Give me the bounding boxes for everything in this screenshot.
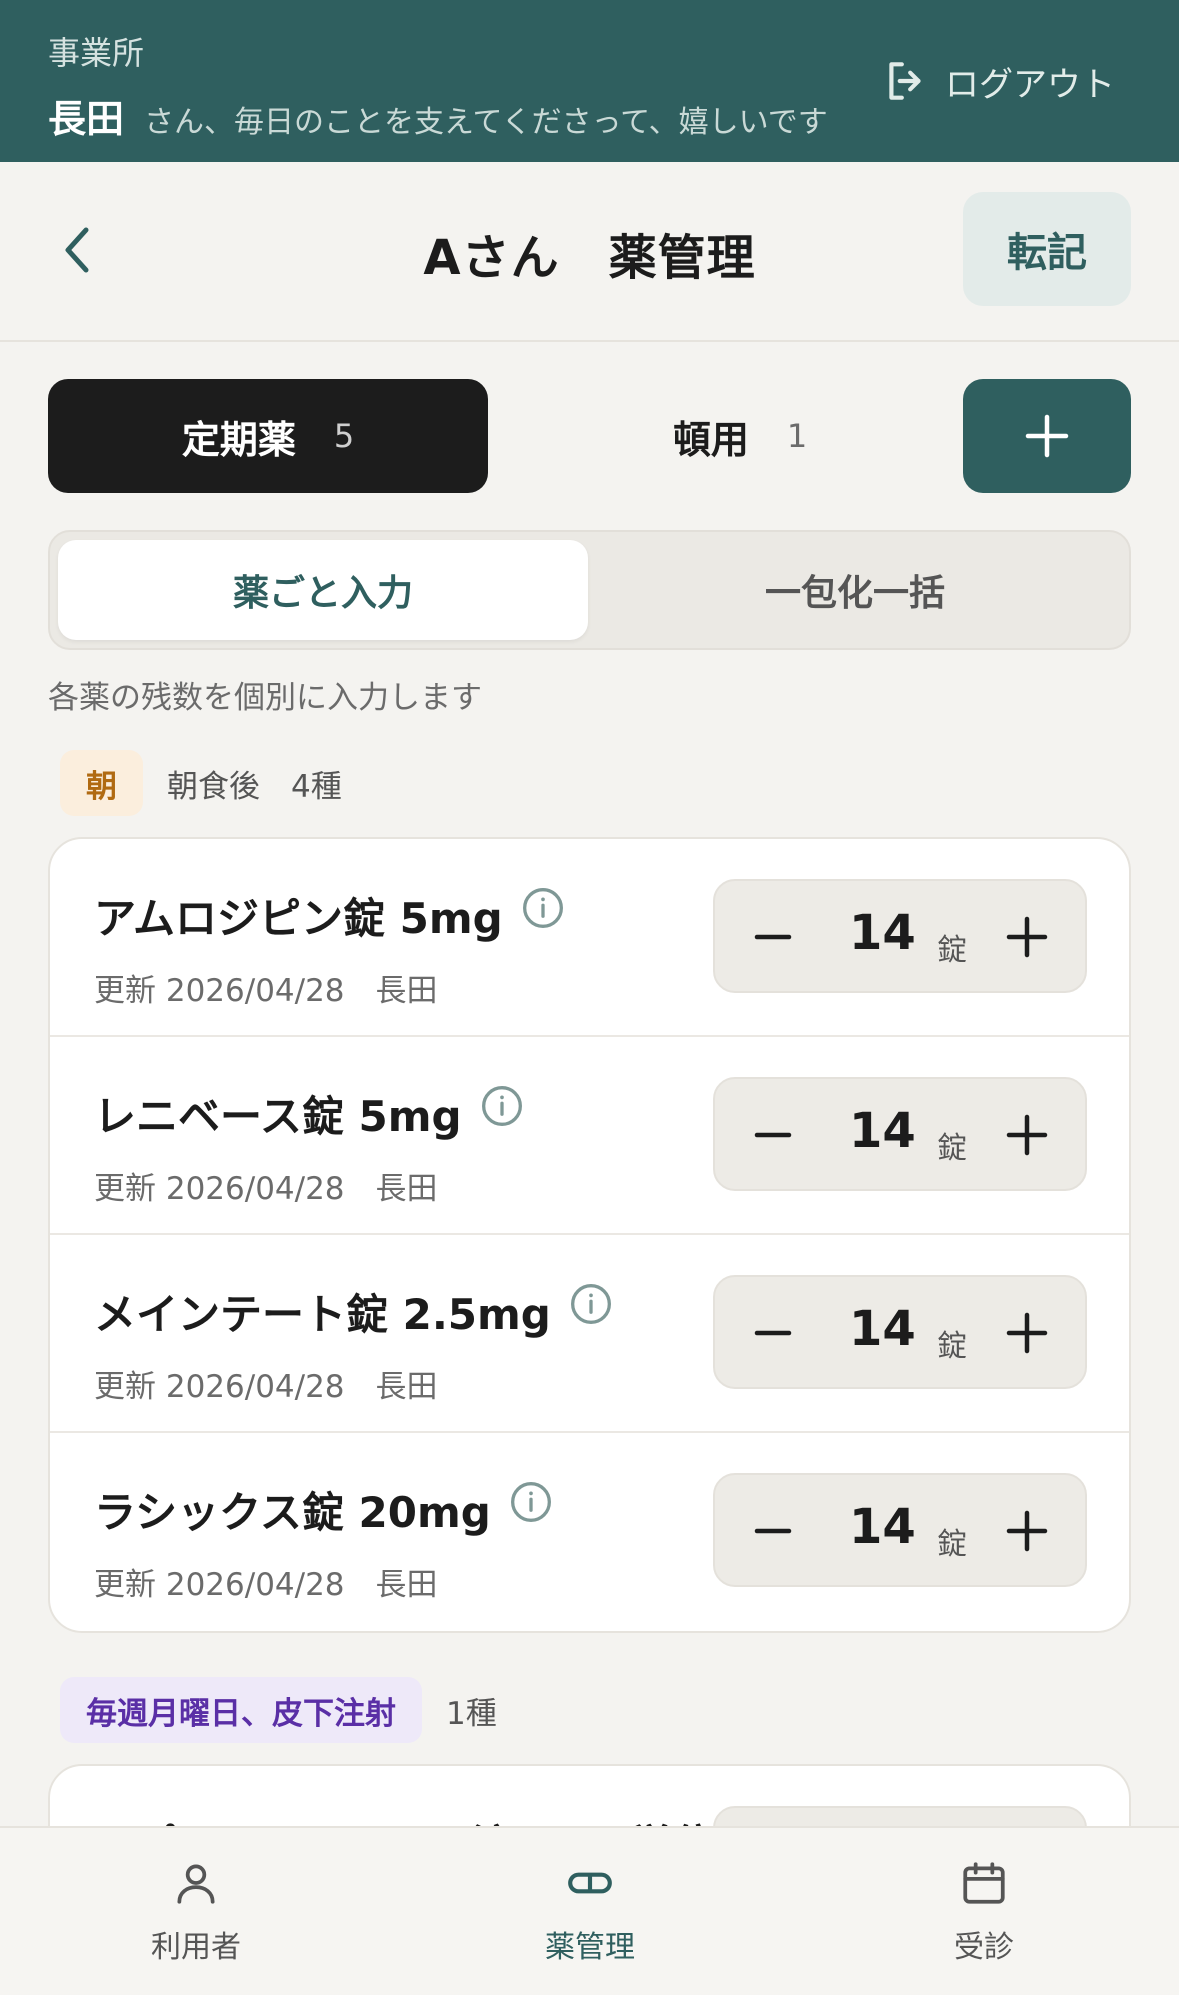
quantity-unit: 錠: [937, 1527, 967, 1562]
quantity-value[interactable]: 14: [849, 1103, 916, 1159]
quantity-unit: 錠: [937, 933, 967, 968]
medication-name-text: レニベース錠 5mg: [94, 1092, 462, 1141]
medication-name-text: アムロジピン錠 5mg: [94, 894, 503, 943]
minus-icon[interactable]: [745, 1503, 801, 1559]
quantity-value[interactable]: 14: [849, 905, 916, 961]
person-icon: [177, 1864, 215, 1904]
medication-name-text: メインテート錠 2.5mg: [94, 1290, 551, 1339]
quantity-stepper: 14 錠: [713, 879, 1087, 993]
quantity-unit: 錠: [937, 1131, 967, 1166]
medication-card-morning: アムロジピン錠 5mg 更新 2026/04/28 長田 14 錠 レニベース錠…: [48, 837, 1131, 1633]
plus-icon[interactable]: [999, 1503, 1055, 1559]
medication-updated: 更新 2026/04/28 長田: [94, 1369, 438, 1405]
transcribe-button[interactable]: 転記: [963, 192, 1131, 306]
nav-users[interactable]: 利用者: [96, 1858, 296, 1966]
group-header-morning: 朝 朝食後 4種: [60, 750, 342, 816]
quantity-unit: 錠: [937, 1329, 967, 1364]
input-mode-hint: 各薬の残数を個別に入力します: [48, 680, 482, 716]
medication-name-text: ラシックス錠 20mg: [94, 1488, 491, 1537]
add-medication-button[interactable]: [963, 379, 1131, 493]
medication-name: メインテート錠 2.5mg: [94, 1281, 613, 1342]
plus-icon[interactable]: [999, 909, 1055, 965]
plus-icon[interactable]: [999, 1107, 1055, 1163]
timing-badge: 朝: [60, 750, 143, 816]
medication-name: アムロジピン錠 5mg: [94, 885, 565, 946]
minus-icon[interactable]: [745, 1107, 801, 1163]
bottom-navigation: 利用者 薬管理 受診: [0, 1826, 1179, 1995]
logout-label: ログアウト: [945, 64, 1115, 105]
minus-icon[interactable]: [745, 909, 801, 965]
quantity-value[interactable]: 14: [849, 1499, 916, 1555]
medication-updated: 更新 2026/04/28 長田: [94, 1567, 438, 1603]
medication-row: ラシックス錠 20mg 更新 2026/04/28 長田 14 錠: [50, 1433, 1129, 1631]
info-icon[interactable]: [569, 1282, 613, 1326]
quantity-stepper: 14 錠: [713, 1473, 1087, 1587]
group-header-weekly: 毎週月曜日、皮下注射 1種: [60, 1677, 497, 1743]
nav-label: 利用者: [151, 1930, 241, 1965]
minus-icon[interactable]: [745, 1305, 801, 1361]
medication-name: ラシックス錠 20mg: [94, 1479, 553, 1540]
user-greeting-row: 長田 さん、毎日のことを支えてくださって、嬉しいです: [48, 88, 828, 143]
group-subtitle: 朝食後 4種: [167, 768, 342, 805]
pill-icon: [568, 1872, 612, 1894]
medication-updated: 更新 2026/04/28 長田: [94, 973, 438, 1009]
medication-row: アムロジピン錠 5mg 更新 2026/04/28 長田 14 錠: [50, 839, 1129, 1037]
tab-regular-medication[interactable]: 定期薬 5: [48, 379, 488, 493]
medication-row: レニベース錠 5mg 更新 2026/04/28 長田 14 錠: [50, 1037, 1129, 1235]
title-bar: Aさん 薬管理 転記: [0, 162, 1179, 342]
quantity-stepper: 14 錠: [713, 1275, 1087, 1389]
tab-as-needed-medication[interactable]: 頓用 1: [600, 379, 880, 493]
info-icon[interactable]: [521, 886, 565, 930]
info-icon[interactable]: [509, 1480, 553, 1524]
input-mode-toggle: 薬ごと入力 一包化一括: [48, 530, 1131, 650]
office-label: 事業所: [48, 34, 145, 72]
tab-label: 定期薬: [181, 417, 296, 462]
quantity-value[interactable]: 14: [849, 1301, 916, 1357]
tab-label: 頓用: [672, 417, 749, 462]
mode-per-medication[interactable]: 薬ごと入力: [58, 540, 588, 640]
plus-icon: [1025, 414, 1069, 458]
nav-consultation[interactable]: 受診: [884, 1858, 1084, 1966]
nav-label: 受診: [954, 1930, 1014, 1965]
medication-updated: 更新 2026/04/28 長田: [94, 1171, 438, 1207]
nav-label: 薬管理: [545, 1930, 635, 1965]
group-subtitle: 1種: [446, 1695, 497, 1732]
tab-count: 5: [333, 417, 355, 455]
medication-row: メインテート錠 2.5mg 更新 2026/04/28 長田 14 錠: [50, 1235, 1129, 1433]
nav-medication[interactable]: 薬管理: [490, 1858, 690, 1966]
logout-button[interactable]: ログアウト: [881, 56, 1115, 106]
mode-one-dose-pack[interactable]: 一包化一括: [590, 540, 1120, 640]
app-header: 事業所 長田 さん、毎日のことを支えてくださって、嬉しいです ログアウト: [0, 0, 1179, 162]
info-icon[interactable]: [480, 1084, 524, 1128]
logout-icon: [889, 62, 921, 100]
tab-count: 1: [786, 417, 808, 455]
medication-name: レニベース錠 5mg: [94, 1083, 524, 1144]
quantity-stepper: 14 錠: [713, 1077, 1087, 1191]
user-name: 長田: [48, 97, 125, 141]
timing-badge: 毎週月曜日、皮下注射: [60, 1677, 422, 1743]
calendar-icon: [963, 1862, 1005, 1904]
plus-icon[interactable]: [999, 1305, 1055, 1361]
greeting-text: さん、毎日のことを支えてくださって、嬉しいです: [144, 105, 828, 140]
